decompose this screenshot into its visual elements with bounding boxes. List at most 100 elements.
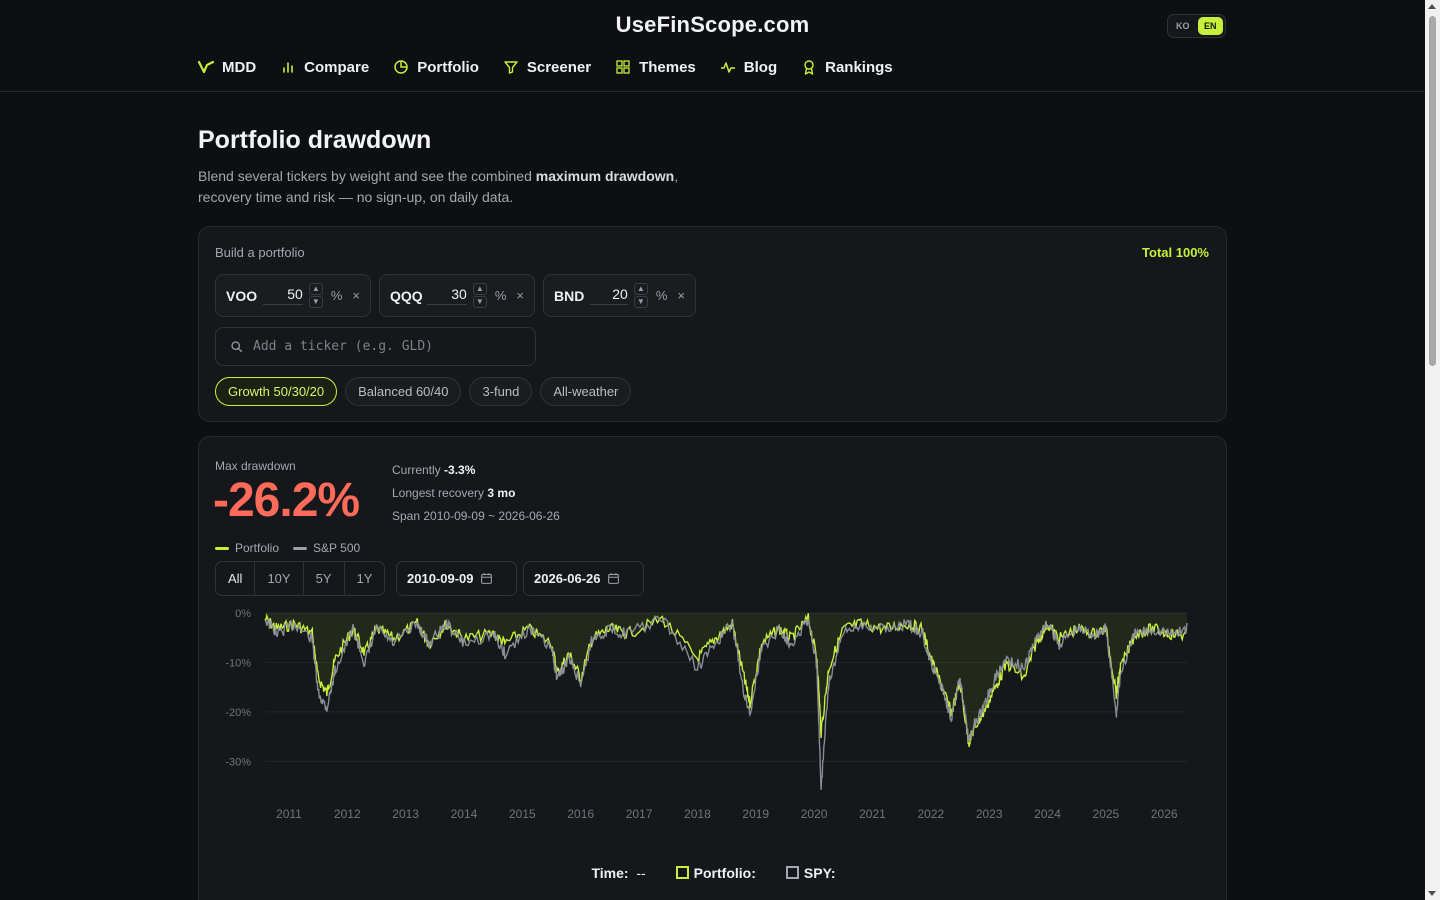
weight-input[interactable]: 20: [589, 286, 628, 305]
range-tab-10y[interactable]: 10Y: [255, 562, 304, 595]
nav-rankings[interactable]: Rankings: [801, 56, 893, 78]
page-subtitle: Blend several tickers by weight and see …: [198, 166, 718, 208]
sp500-line: [264, 615, 1188, 790]
x-tick-label: 2012: [334, 807, 361, 821]
nav-label: MDD: [222, 58, 257, 76]
increment-icon[interactable]: ▲: [308, 283, 323, 295]
readout-label: Time:: [591, 865, 629, 881]
end-date-value: 2026-06-26: [534, 571, 601, 586]
preset-list: Growth 50/30/20 Balanced 60/40 3-fund Al…: [215, 377, 632, 406]
nav-compare[interactable]: Compare: [280, 56, 369, 78]
x-tick-label: 2020: [801, 807, 828, 821]
range-tab-all[interactable]: All: [216, 562, 256, 595]
readout-spy: SPY:: [785, 865, 836, 881]
stat-value: 2010-09-09 ~ 2026-06-26: [423, 509, 560, 523]
activity-icon: [720, 62, 735, 73]
crosshair-readout: Time: -- Portfolio: SPY:: [199, 865, 1228, 881]
legend-portfolio: Portfolio: [215, 541, 279, 555]
lang-en-button[interactable]: EN: [1197, 17, 1223, 35]
stat-value: -3.3%: [444, 463, 476, 477]
readout-portfolio: Portfolio:: [675, 865, 756, 881]
stat-label: Span: [392, 509, 421, 523]
increment-icon[interactable]: ▲: [633, 283, 648, 295]
preset-3-fund[interactable]: 3-fund: [469, 377, 533, 406]
y-tick-label: -20%: [225, 707, 251, 719]
start-date-value: 2010-09-09: [407, 571, 474, 586]
stat-value: 3 mo: [487, 486, 516, 500]
page-title: Portfolio drawdown: [198, 126, 432, 154]
preset-balanced[interactable]: Balanced 60/40: [345, 377, 462, 406]
spy-checkbox-icon: [785, 866, 799, 879]
remove-holding-button[interactable]: ×: [516, 288, 524, 303]
holding-ticker: QQQ: [390, 287, 423, 304]
x-tick-label: 2026: [1151, 807, 1178, 821]
x-tick-label: 2011: [276, 807, 302, 821]
x-tick-label: 2025: [1093, 807, 1120, 821]
holding-chip: BND 20 ▲ ▼ % ×: [543, 274, 696, 317]
end-date-field[interactable]: 2026-06-26: [523, 561, 644, 596]
x-tick-label: 2021: [859, 807, 886, 821]
site-header: UseFinScope.com KO EN MDD Compare Portfo…: [0, 0, 1440, 92]
scroll-thumb[interactable]: [1429, 16, 1436, 366]
legend-label: S&P 500: [313, 541, 361, 555]
holding-ticker: VOO: [226, 287, 258, 304]
language-toggle: KO EN: [1167, 14, 1226, 38]
calendar-icon: [607, 573, 619, 584]
weight-stepper: ▲ ▼: [308, 283, 323, 308]
drawdown-stats: Currently -3.3% Longest recovery 3 mo Sp…: [392, 459, 560, 528]
nav-portfolio[interactable]: Portfolio: [393, 56, 479, 78]
preset-growth[interactable]: Growth 50/30/20: [215, 377, 338, 406]
longest-recovery: Longest recovery 3 mo: [392, 482, 560, 505]
weight-input[interactable]: 50: [263, 286, 303, 305]
preset-all-weather[interactable]: All-weather: [540, 377, 632, 406]
nav-screener[interactable]: Screener: [503, 56, 591, 78]
start-date-field[interactable]: 2010-09-09: [396, 561, 517, 596]
ticker-search-input[interactable]: [253, 339, 513, 354]
main-nav: MDD Compare Portfolio Screener Themes Bl…: [198, 56, 917, 78]
scroll-down-icon[interactable]: [1428, 891, 1436, 896]
nav-themes[interactable]: Themes: [615, 56, 696, 78]
range-tabs: All 10Y 5Y 1Y: [215, 561, 386, 596]
lang-ko-button[interactable]: KO: [1170, 17, 1196, 35]
page-scrollbar[interactable]: [1425, 0, 1440, 900]
legend-swatch: [293, 547, 308, 551]
builder-label: Build a portfolio: [215, 245, 305, 260]
x-tick-label: 2018: [684, 807, 711, 821]
x-tick-label: 2014: [451, 807, 478, 821]
nav-blog[interactable]: Blog: [720, 56, 777, 78]
decrement-icon[interactable]: ▼: [633, 296, 648, 308]
decrement-icon[interactable]: ▼: [308, 296, 323, 308]
holding-ticker: BND: [554, 287, 585, 304]
search-icon: [231, 341, 243, 353]
drawdown-results: Max drawdown -26.2% Currently -3.3% Long…: [198, 436, 1227, 900]
max-drawdown-label: Max drawdown: [215, 459, 296, 473]
remove-holding-button[interactable]: ×: [677, 288, 685, 303]
weight-input[interactable]: 30: [427, 286, 467, 305]
decrement-icon[interactable]: ▼: [472, 296, 487, 308]
holding-chip: QQQ 30 ▲ ▼ % ×: [379, 274, 535, 317]
readout-label: Portfolio:: [693, 865, 756, 881]
nav-mdd[interactable]: MDD: [198, 56, 256, 78]
drawdown-chart[interactable]: 0% -10% -20% -30% 2011 2012 2013 2014 2015 2016 20…: [207, 601, 1207, 836]
range-tab-1y[interactable]: 1Y: [345, 562, 385, 595]
legend-label: Portfolio: [235, 541, 280, 555]
page: UseFinScope.com KO EN MDD Compare Portfo…: [0, 0, 1440, 900]
data-span: Span 2010-09-09 ~ 2026-06-26: [392, 505, 560, 528]
max-drawdown-value: -26.2%: [213, 474, 360, 527]
remove-holding-button[interactable]: ×: [352, 288, 360, 303]
total-weight: Total 100%: [1142, 245, 1209, 260]
x-tick-label: 2023: [976, 807, 1003, 821]
percent-sign: %: [494, 288, 507, 303]
legend-sp500: S&P 500: [293, 541, 360, 555]
increment-icon[interactable]: ▲: [472, 283, 487, 295]
x-tick-label: 2019: [742, 807, 769, 821]
range-tab-5y[interactable]: 5Y: [304, 562, 345, 595]
y-tick-label: -10%: [225, 657, 251, 669]
bar-chart-icon: [283, 62, 293, 73]
nav-label: Compare: [304, 58, 370, 76]
scroll-up-icon[interactable]: [1428, 4, 1436, 9]
stat-label: Currently: [392, 463, 441, 477]
ticker-search: [215, 327, 536, 366]
holding-chip: VOO 50 ▲ ▼ % ×: [215, 274, 371, 317]
percent-sign: %: [655, 288, 668, 303]
